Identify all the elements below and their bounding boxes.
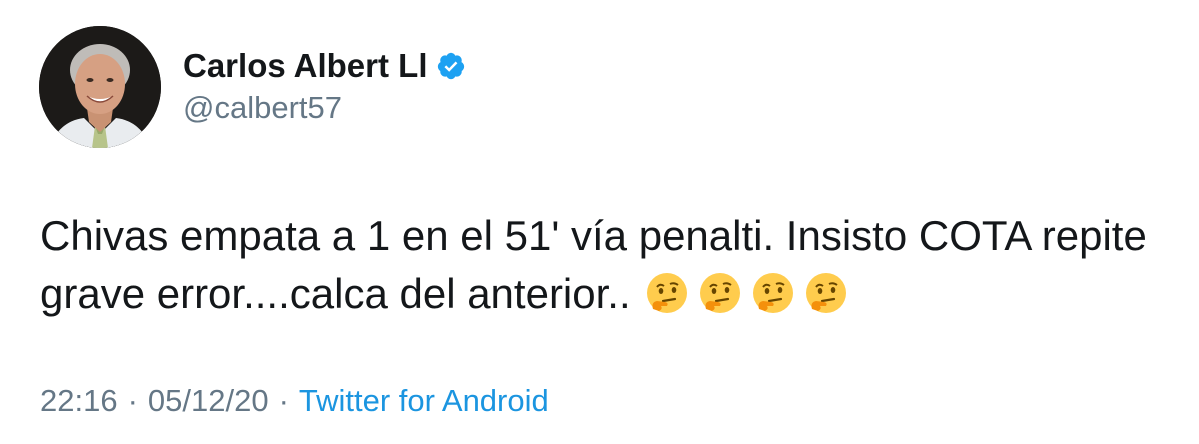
- thinking-face-icon: [804, 271, 848, 315]
- meta-separator: ·: [127, 383, 138, 418]
- thinking-face-icon: [698, 271, 742, 315]
- tweet-date[interactable]: 05/12/20: [148, 383, 269, 418]
- tweet-meta: 22:16 · 05/12/20 · Twitter for Android: [40, 383, 549, 419]
- user-handle[interactable]: @calbert57: [183, 90, 342, 126]
- name-row: Carlos Albert Ll: [183, 46, 466, 86]
- display-name[interactable]: Carlos Albert Ll: [183, 47, 428, 85]
- verified-badge-icon: [436, 51, 466, 81]
- tweet-text-line-2: grave error....calca del anterior..: [40, 265, 1199, 323]
- tweet-text-line-2-text: grave error....calca del anterior..: [40, 270, 631, 317]
- thinking-face-icon: [645, 271, 689, 315]
- meta-separator: ·: [278, 383, 289, 418]
- source-link[interactable]: Twitter for Android: [299, 383, 549, 418]
- avatar[interactable]: [39, 26, 161, 148]
- emoji-row: [645, 271, 857, 315]
- tweet-text: Chivas empata a 1 en el 51' vía penalti.…: [40, 207, 1199, 323]
- thinking-face-icon: [751, 271, 795, 315]
- profile-photo-icon: [39, 26, 161, 148]
- tweet-card: Carlos Albert Ll @calbert57 Chivas empat…: [0, 0, 1199, 444]
- tweet-time[interactable]: 22:16: [40, 383, 118, 418]
- tweet-text-line-1: Chivas empata a 1 en el 51' vía penalti.…: [40, 212, 1147, 259]
